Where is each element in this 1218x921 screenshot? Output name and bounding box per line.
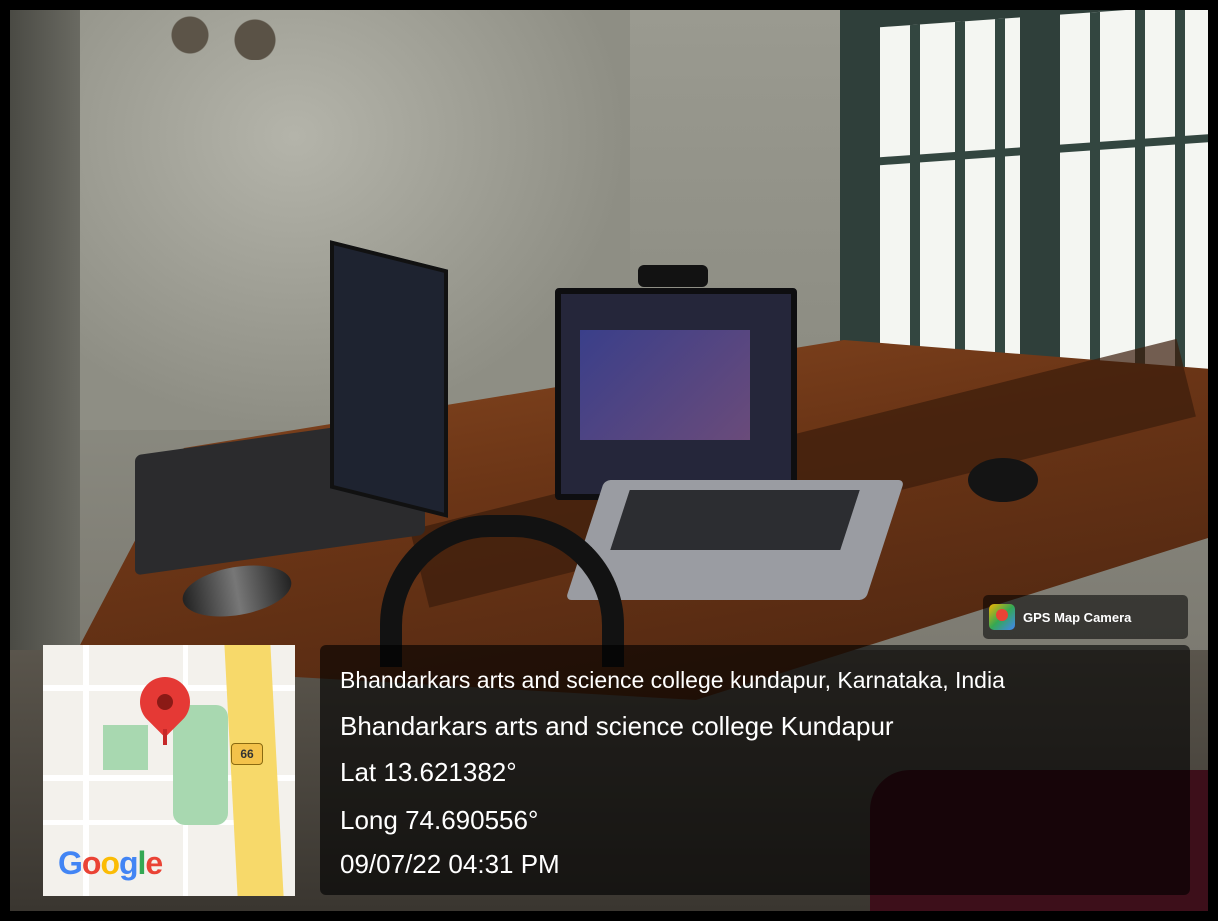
- mouse: [968, 458, 1038, 502]
- place-name: Bhandarkars arts and science college Kun…: [340, 711, 894, 741]
- app-watermark: GPS Map Camera: [983, 595, 1188, 639]
- full-address: Bhandarkars arts and science college kun…: [340, 667, 1005, 693]
- timestamp: 09/07/22 04:31 PM: [340, 849, 560, 879]
- route-shield: 66: [231, 743, 263, 765]
- photo-frame: GPS Map Camera 66 Google Bhandarkars art…: [0, 0, 1218, 921]
- laptop-left-screen: [330, 240, 448, 518]
- longitude: Long 74.690556°: [340, 805, 539, 835]
- location-info-panel: Bhandarkars arts and science college kun…: [320, 645, 1190, 895]
- location-pin-tip: [163, 729, 167, 745]
- google-logo: Google: [58, 845, 163, 881]
- latitude: Lat 13.621382°: [340, 757, 517, 787]
- app-name: GPS Map Camera: [1023, 609, 1132, 625]
- video-call-slide: [580, 330, 750, 440]
- webcam: [638, 265, 708, 287]
- gps-map-camera-app-icon: [989, 604, 1015, 630]
- wall-hooks: [160, 10, 300, 60]
- highway: [224, 645, 284, 896]
- map-thumbnail: 66 Google: [43, 645, 295, 896]
- keyboard: [610, 490, 860, 550]
